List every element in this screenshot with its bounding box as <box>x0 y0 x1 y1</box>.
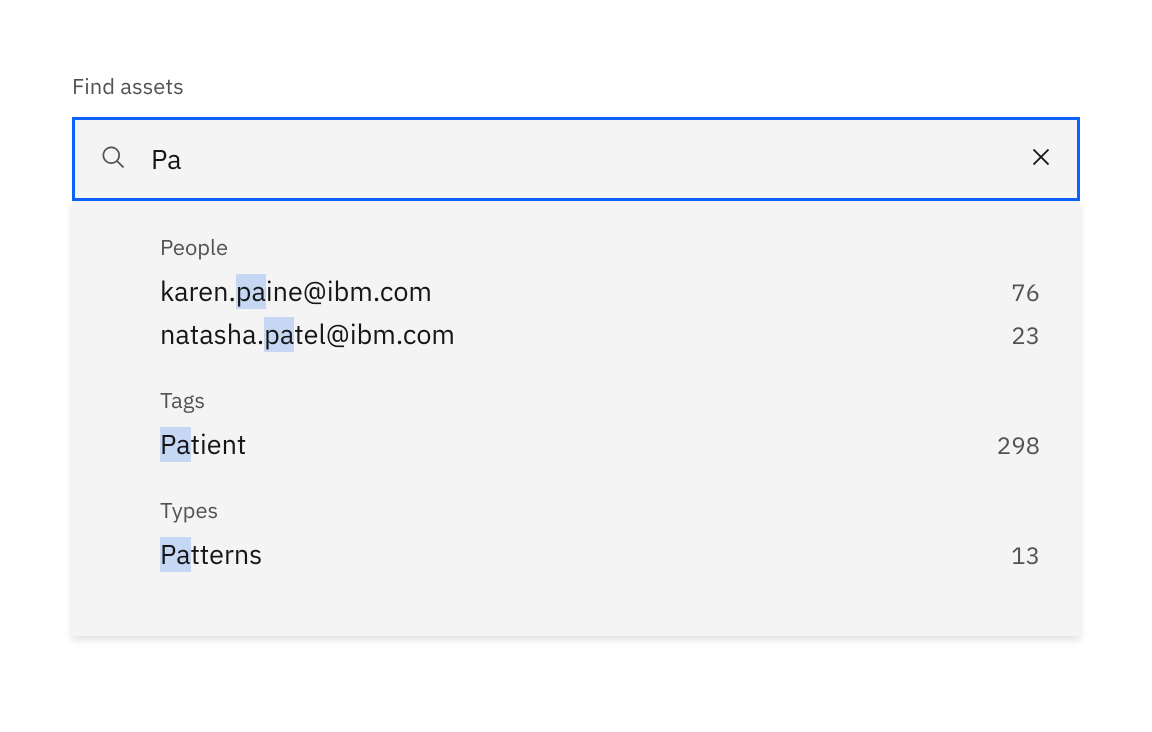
result-text: Patient <box>160 427 246 462</box>
group-heading: Tags <box>160 386 1040 415</box>
result-group-people: People karen.paine@ibm.com 76 natasha.pa… <box>160 233 1040 356</box>
result-item[interactable]: Patient 298 <box>160 423 1040 466</box>
result-group-tags: Tags Patient 298 <box>160 386 1040 466</box>
result-text: natasha.patel@ibm.com <box>160 317 455 352</box>
result-count: 23 <box>1011 319 1040 351</box>
search-dropdown: People karen.paine@ibm.com 76 natasha.pa… <box>72 201 1080 636</box>
search-box[interactable] <box>72 117 1080 201</box>
result-count: 76 <box>1011 276 1040 308</box>
result-count: 13 <box>1011 539 1040 571</box>
search-label: Find assets <box>72 72 1080 101</box>
result-item[interactable]: karen.paine@ibm.com 76 <box>160 270 1040 313</box>
result-text: karen.paine@ibm.com <box>160 274 432 309</box>
group-heading: Types <box>160 496 1040 525</box>
group-heading: People <box>160 233 1040 262</box>
search-input[interactable] <box>127 142 1029 177</box>
result-item[interactable]: Patterns 13 <box>160 533 1040 576</box>
clear-button[interactable] <box>1029 145 1053 174</box>
result-group-types: Types Patterns 13 <box>160 496 1040 576</box>
search-container: Find assets People karen.paine@ibm.com 7… <box>72 72 1080 636</box>
result-item[interactable]: natasha.patel@ibm.com 23 <box>160 313 1040 356</box>
search-icon <box>99 143 127 176</box>
result-count: 298 <box>997 429 1040 461</box>
result-text: Patterns <box>160 537 262 572</box>
